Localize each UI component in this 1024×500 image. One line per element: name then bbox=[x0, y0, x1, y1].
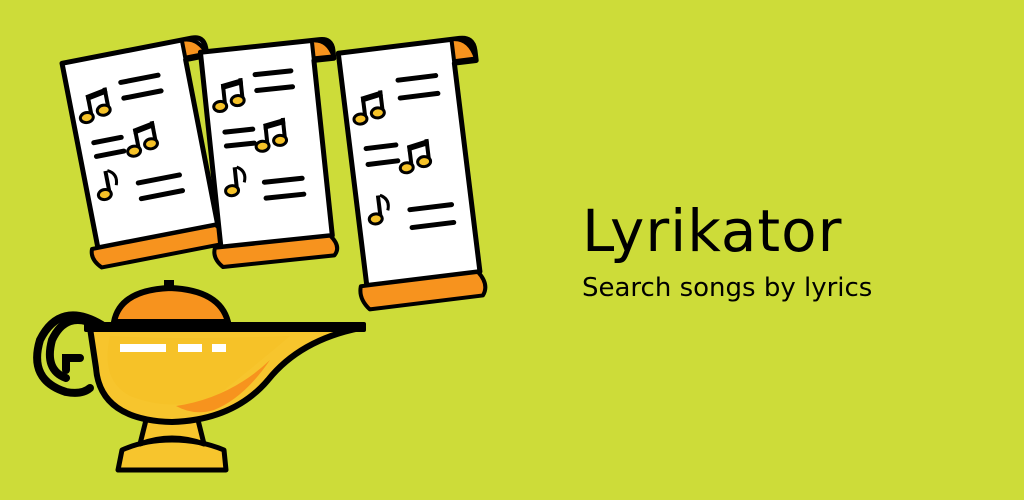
app-title: Lyrikator bbox=[582, 197, 843, 265]
app-text: Lyrikator Search songs by lyrics bbox=[582, 196, 872, 306]
lyrics-sheet-icon bbox=[197, 37, 340, 270]
app-tagline: Search songs by lyrics bbox=[582, 273, 873, 303]
feature-banner: Lyrikator Search songs by lyrics bbox=[0, 0, 1024, 500]
magic-lamp-icon bbox=[33, 280, 366, 473]
app-illustration bbox=[33, 35, 488, 473]
lyrics-sheet-icon bbox=[335, 35, 488, 312]
